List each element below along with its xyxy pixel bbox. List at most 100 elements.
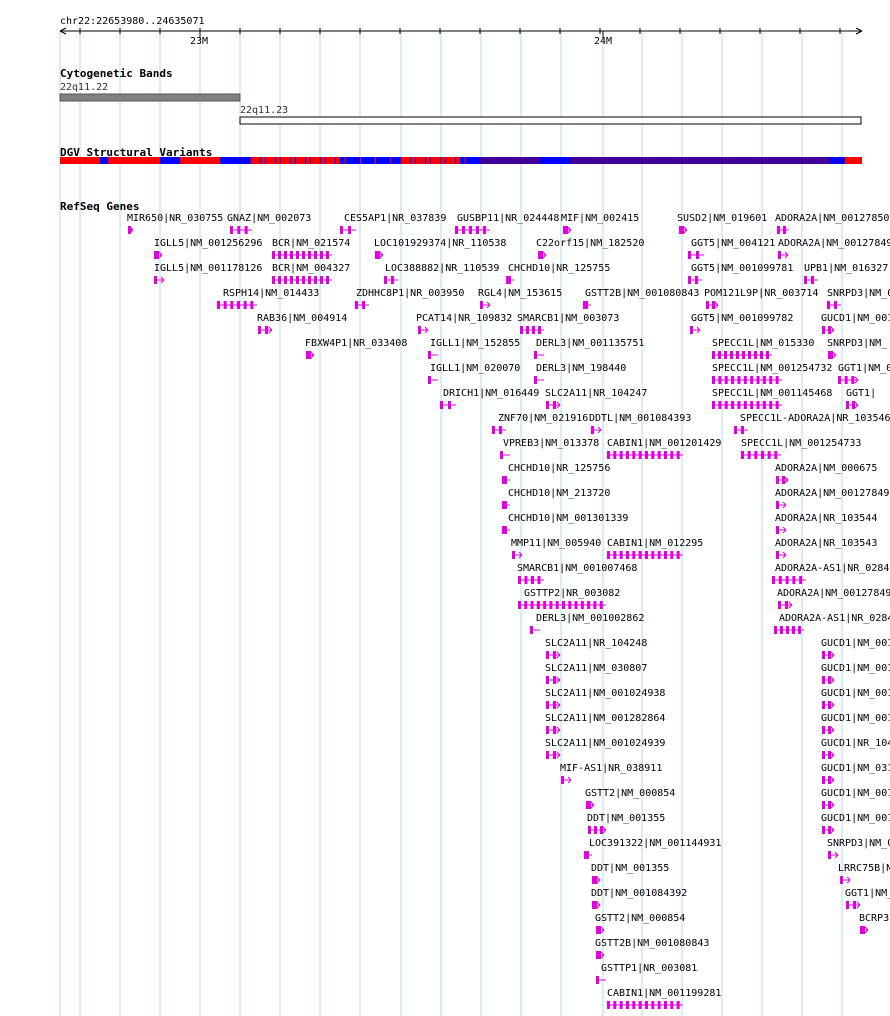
gene-label[interactable]: GUCD1|NM_001	[821, 788, 890, 799]
gene-label[interactable]: GUCD1|NM_001	[821, 813, 890, 824]
gene-glyph[interactable]	[533, 376, 544, 384]
gene-glyph[interactable]	[679, 226, 688, 234]
gene-label[interactable]: IGLL1|NM_152855	[430, 338, 520, 349]
gene-label[interactable]: DERL3|NM_001135751	[536, 338, 644, 349]
gene-label[interactable]: CABIN1|NM_012295	[607, 538, 703, 549]
dgv-variant-bar[interactable]	[60, 157, 862, 164]
gene-glyph[interactable]	[354, 301, 369, 309]
gene-label[interactable]: GGT1|NM_	[845, 888, 890, 899]
gene-label[interactable]: MIF-AS1|NR_038911	[560, 763, 662, 774]
gene-glyph[interactable]	[846, 401, 859, 409]
gene-label[interactable]: DRICH1|NM_016449	[443, 388, 539, 399]
gene-label[interactable]: SLC2A11|NM_030807	[545, 663, 647, 674]
gene-label[interactable]: CHCHD10|NM_001301339	[508, 513, 628, 524]
gene-glyph[interactable]	[840, 876, 851, 884]
gene-glyph[interactable]	[827, 301, 841, 309]
gene-glyph[interactable]	[822, 776, 835, 784]
gene-label[interactable]: CHCHD10|NR_125756	[508, 463, 610, 474]
gene-label[interactable]: GUCD1|NM_001	[821, 313, 890, 324]
gene-label[interactable]: SLC2A11|NM_001024938	[545, 688, 665, 699]
gene-glyph[interactable]	[776, 526, 787, 534]
gene-label[interactable]: CABIN1|NM_001199281	[607, 988, 721, 999]
gene-glyph[interactable]	[773, 626, 804, 634]
gene-label[interactable]: ADORA2A|NM_001278499	[777, 588, 890, 599]
gene-label[interactable]: SNRPD3|NM_	[827, 338, 888, 349]
gene-glyph[interactable]	[591, 426, 602, 434]
gene-glyph[interactable]	[776, 501, 787, 509]
gene-label[interactable]: GGT1|	[846, 388, 876, 399]
gene-glyph[interactable]	[860, 926, 869, 934]
gene-label[interactable]: GSTTP2|NR_003082	[524, 588, 620, 599]
gene-glyph[interactable]	[588, 826, 607, 834]
gene-label[interactable]: MIF|NM_002415	[561, 213, 639, 224]
gene-label[interactable]: SLC2A11|NR_104248	[545, 638, 647, 649]
gene-label[interactable]: SMARCB1|NM_001007468	[517, 563, 637, 574]
gene-glyph[interactable]	[546, 651, 561, 659]
gene-glyph[interactable]	[455, 226, 490, 234]
gene-glyph[interactable]	[822, 326, 835, 334]
gene-label[interactable]: CABIN1|NM_001201429	[607, 438, 721, 449]
gene-label[interactable]: CHCHD10|NM_213720	[508, 488, 610, 499]
gene-glyph[interactable]	[771, 576, 806, 584]
gene-glyph[interactable]	[546, 726, 561, 734]
gene-label[interactable]: BCR|NM_004327	[272, 263, 350, 274]
gene-label[interactable]: GUCD1|NR_104	[821, 738, 890, 749]
gene-glyph[interactable]	[383, 276, 398, 284]
gene-label[interactable]: ZDHHC8P1|NR_003950	[356, 288, 464, 299]
gene-glyph[interactable]	[712, 351, 772, 359]
gene-label[interactable]: ADORA2A|NM_000675	[775, 463, 877, 474]
gene-glyph[interactable]	[561, 776, 572, 784]
track-title-refseq[interactable]: RefSeq Genes	[60, 200, 139, 213]
gene-label[interactable]: ADORA2A|NM_001278500	[775, 213, 890, 224]
gene-label[interactable]: ADORA2A|NM_001278498	[775, 488, 890, 499]
gene-glyph[interactable]	[838, 376, 859, 384]
gene-glyph[interactable]	[427, 351, 438, 359]
gene-glyph[interactable]	[690, 326, 701, 334]
gene-glyph[interactable]	[501, 501, 510, 509]
gene-glyph[interactable]	[776, 476, 789, 484]
gene-glyph[interactable]	[418, 326, 429, 334]
gene-glyph[interactable]	[306, 351, 315, 359]
gene-glyph[interactable]	[607, 551, 683, 559]
gene-glyph[interactable]	[272, 251, 332, 259]
gene-label[interactable]: PCAT14|NR_109832	[416, 313, 512, 324]
gene-label[interactable]: GGT1|NM_0	[838, 363, 890, 374]
gene-glyph[interactable]	[687, 276, 702, 284]
gene-glyph[interactable]	[607, 451, 683, 459]
gene-glyph[interactable]	[546, 401, 561, 409]
gene-glyph[interactable]	[501, 476, 510, 484]
gene-glyph[interactable]	[778, 251, 789, 259]
gene-glyph[interactable]	[499, 451, 510, 459]
track-title-cytobands[interactable]: Cytogenetic Bands	[60, 67, 173, 80]
gene-glyph[interactable]	[822, 826, 835, 834]
gene-glyph[interactable]	[128, 226, 134, 234]
gene-glyph[interactable]	[822, 751, 835, 759]
gene-glyph[interactable]	[427, 376, 438, 384]
gene-label[interactable]: DERL3|NM_001002862	[536, 613, 644, 624]
gene-glyph[interactable]	[804, 276, 818, 284]
gene-glyph[interactable]	[491, 426, 506, 434]
gene-label[interactable]: GUCD1|NM_031	[821, 763, 890, 774]
gene-glyph[interactable]	[272, 276, 332, 284]
gene-glyph[interactable]	[828, 851, 839, 859]
gene-glyph[interactable]	[741, 451, 781, 459]
gene-label[interactable]: POM121L9P|NR_003714	[704, 288, 818, 299]
band-22q11-22[interactable]	[59, 93, 241, 102]
gene-label[interactable]: GSTT2B|NM_001080843	[585, 288, 699, 299]
gene-label[interactable]: MMP11|NM_005940	[511, 538, 601, 549]
gene-glyph[interactable]	[582, 301, 591, 309]
gene-label[interactable]: ZNF70|NM_021916	[498, 413, 588, 424]
gene-label[interactable]: SPECC1L|NM_015330	[712, 338, 814, 349]
gene-glyph[interactable]	[822, 701, 835, 709]
gene-glyph[interactable]	[592, 876, 601, 884]
gene-glyph[interactable]	[501, 526, 510, 534]
gene-glyph[interactable]	[533, 351, 544, 359]
gene-label[interactable]: SUSD2|NM_019601	[677, 213, 767, 224]
gene-label[interactable]: RGL4|NM_153615	[478, 288, 562, 299]
gene-label[interactable]: SPECC1L|NM_001254732	[712, 363, 832, 374]
gene-glyph[interactable]	[538, 251, 547, 259]
gene-label[interactable]: SPECC1L-ADORA2A|NR_103546	[740, 413, 890, 424]
gene-label[interactable]: IGLL5|NM_001178126	[154, 263, 262, 274]
gene-label[interactable]: MIR650|NR_030755	[127, 213, 223, 224]
gene-glyph[interactable]	[822, 676, 835, 684]
